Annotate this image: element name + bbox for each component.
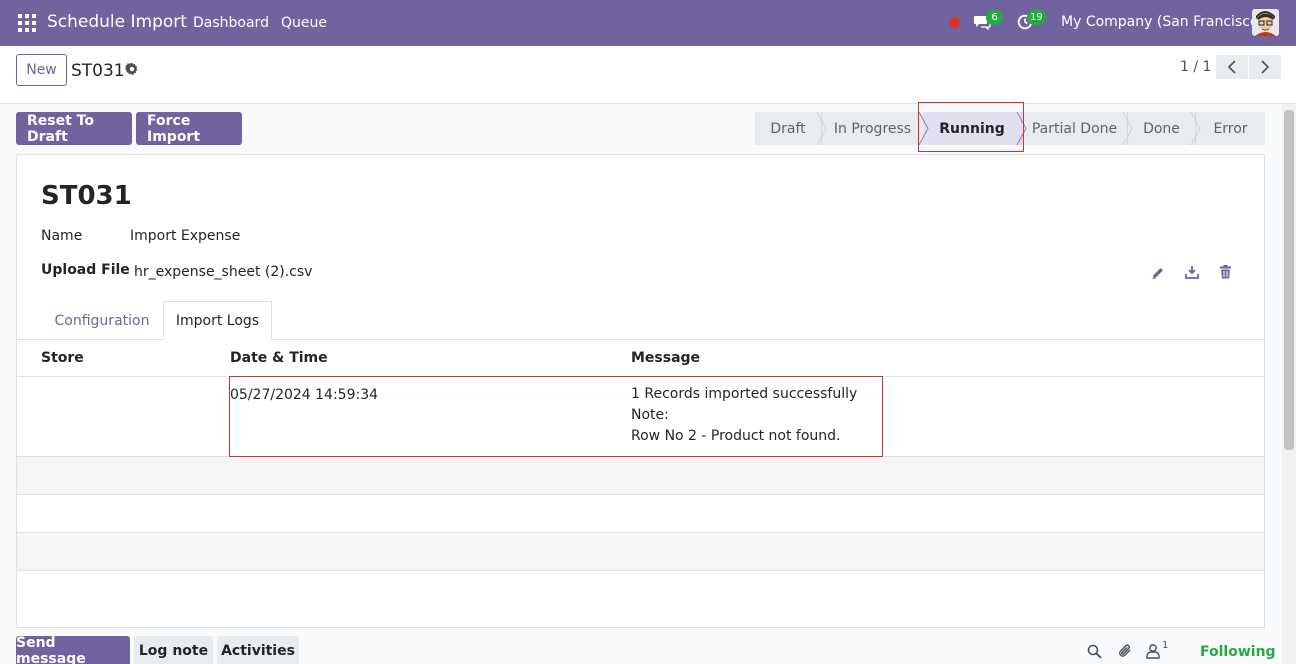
activities-button[interactable]: Activities <box>217 636 299 664</box>
pager-value[interactable]: 1 / 1 <box>1180 59 1211 75</box>
send-message-button[interactable]: Send message <box>16 635 130 664</box>
pager-previous-button[interactable] <box>1216 55 1248 79</box>
table-row-empty <box>17 533 1264 571</box>
log-note-button[interactable]: Log note <box>134 636 213 664</box>
menu-dashboard[interactable]: Dashboard <box>193 15 269 31</box>
edit-file-icon[interactable] <box>1151 266 1165 284</box>
tab-import-logs[interactable]: Import Logs <box>163 301 272 340</box>
name-label: Name <box>41 228 83 244</box>
download-file-icon[interactable] <box>1185 265 1199 283</box>
attachment-paperclip-icon[interactable] <box>1117 643 1133 663</box>
app-title[interactable]: Schedule Import <box>47 12 187 32</box>
activities-badge: 19 <box>1027 10 1046 25</box>
messages-badge: 6 <box>986 10 1003 25</box>
control-panel: New ST031 1 / 1 <box>0 46 1296 104</box>
column-date-time[interactable]: Date & Time <box>230 350 328 366</box>
search-icon[interactable] <box>1087 644 1102 663</box>
logs-table-header: Store Date & Time Message <box>17 340 1264 377</box>
followers-count: 1 <box>1162 640 1169 651</box>
upload-file-label: Upload File <box>41 262 130 278</box>
upload-file-name[interactable]: hr_expense_sheet (2).csv <box>134 264 312 280</box>
user-avatar[interactable] <box>1252 9 1279 36</box>
delete-file-icon[interactable] <box>1219 265 1232 283</box>
column-message[interactable]: Message <box>631 350 700 366</box>
company-switcher[interactable]: My Company (San Francisco) <box>1061 14 1264 30</box>
scrollbar-thumb[interactable] <box>1284 110 1294 450</box>
tab-configuration[interactable]: Configuration <box>41 301 163 340</box>
pager-next-button[interactable] <box>1249 55 1281 79</box>
log-highlight-box <box>229 376 883 457</box>
recording-indicator-icon[interactable] <box>949 17 960 28</box>
apps-menu-icon[interactable] <box>18 14 36 32</box>
running-highlight-box <box>918 102 1024 152</box>
force-import-button[interactable]: Force Import <box>136 112 242 145</box>
table-row-empty <box>17 457 1264 495</box>
table-row[interactable]: 05/27/2024 14:59:34 1 Records imported s… <box>17 376 1264 457</box>
breadcrumb-record-name: ST031 <box>71 61 125 81</box>
following-button[interactable]: Following <box>1200 644 1276 660</box>
form-statusbar: Reset To Draft Force Import Draft In Pro… <box>0 102 1296 154</box>
reset-to-draft-button[interactable]: Reset To Draft <box>16 112 132 145</box>
notebook-tabs: Configuration Import Logs <box>17 301 1264 340</box>
menu-queue[interactable]: Queue <box>281 15 327 31</box>
name-field[interactable]: Import Expense <box>130 228 240 244</box>
gear-icon[interactable] <box>125 62 139 80</box>
table-row-empty <box>17 495 1264 533</box>
form-sheet: ST031 Name Import Expense Upload File hr… <box>16 154 1265 628</box>
column-store[interactable]: Store <box>41 350 84 366</box>
record-title: ST031 <box>41 181 132 211</box>
new-button[interactable]: New <box>16 54 67 86</box>
followers-user-icon[interactable] <box>1146 643 1160 663</box>
top-navbar: Schedule Import Dashboard Queue 6 19 My … <box>0 0 1296 46</box>
chatter-bar: Send message Log note Activities 1 Follo… <box>0 630 1296 664</box>
